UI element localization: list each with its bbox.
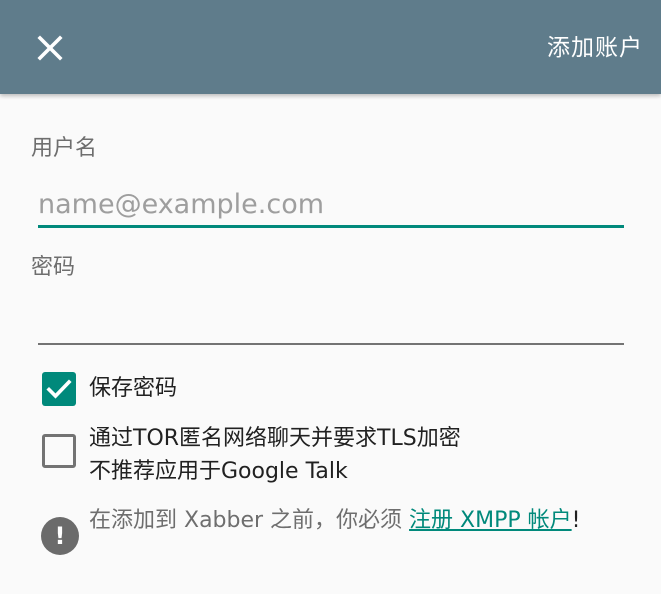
username-label: 用户名 [31, 136, 98, 161]
save-password-option[interactable]: 保存密码 [42, 372, 177, 406]
tor-checkbox[interactable] [42, 434, 76, 468]
app-bar: 添加账户 [0, 0, 661, 94]
close-icon [37, 35, 63, 61]
password-underline [38, 343, 624, 345]
notice-end: ! [571, 508, 581, 533]
save-password-label: 保存密码 [89, 376, 178, 401]
save-password-checkbox[interactable] [42, 372, 76, 406]
tor-option[interactable]: 通过TOR匿名网络聊天并要求TLS加密 不推荐应用于Google Talk [42, 422, 461, 488]
username-input[interactable] [38, 184, 624, 224]
add-account-button[interactable]: 添加账户 [547, 28, 643, 62]
password-label: 密码 [31, 255, 76, 280]
register-xmpp-link[interactable]: 注册 XMPP 帐户 [409, 508, 572, 533]
tor-label-line2: 不推荐应用于Google Talk [89, 459, 348, 484]
checkmark-icon [46, 379, 72, 399]
password-input[interactable] [38, 300, 624, 340]
notice-message: 在添加到 Xabber 之前，你必须 [89, 508, 410, 533]
notice-text: 在添加到 Xabber 之前，你必须 注册 XMPP 帐户! [89, 505, 619, 537]
username-underline [38, 225, 624, 228]
add-account-screen: 添加账户 用户名 密码 保存密码 通过TOR匿名网络聊天并要求TLS加密 不推荐… [0, 0, 661, 594]
close-button[interactable] [24, 22, 76, 74]
exclamation-icon: ! [41, 517, 79, 555]
tor-label-line1: 通过TOR匿名网络聊天并要求TLS加密 [89, 426, 461, 451]
tor-label: 通过TOR匿名网络聊天并要求TLS加密 不推荐应用于Google Talk [89, 422, 461, 488]
